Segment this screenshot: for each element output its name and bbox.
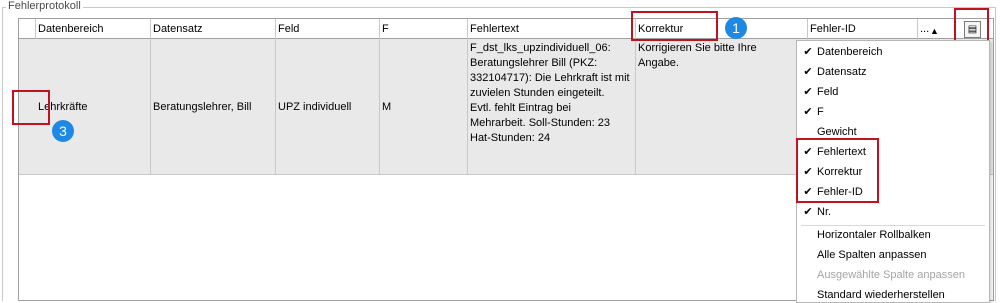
- menu-item-datenbereich[interactable]: ✔ Datenbereich: [797, 42, 989, 62]
- menu-item-fit-selected-column: Ausgewählte Spalte anpassen: [817, 269, 965, 281]
- highlight-korrektur: [631, 11, 718, 41]
- menu-item-fit-all-columns[interactable]: Alle Spalten anpassen: [797, 245, 989, 265]
- check-icon: ✔: [803, 46, 813, 58]
- korrektur-line: Korrigieren Sie bitte Ihre: [638, 42, 757, 54]
- menu-item-f[interactable]: ✔ F: [797, 102, 989, 122]
- fehlertext-line: Hat-Stunden: 24: [470, 132, 551, 144]
- check-icon: ✔: [803, 86, 813, 98]
- highlight-menu-items: [796, 138, 879, 203]
- menu-item-horizontal-scrollbar[interactable]: Horizontaler Rollbalken: [797, 225, 989, 245]
- grid-header: Datenbereich Datensatz Feld F Fehlertext…: [19, 19, 993, 39]
- col-header-datensatz[interactable]: Datensatz: [151, 19, 276, 39]
- fehlertext-line: Mehrarbeit. Soll-Stunden: 23: [470, 117, 611, 129]
- highlight-column-chooser: [954, 8, 989, 43]
- fehlertext-line: Beratungslehrer Bill (PKZ:: [470, 57, 598, 69]
- col-header-fehlertext[interactable]: Fehlertext: [468, 19, 636, 39]
- menu-item-nr[interactable]: ✔ Nr.: [797, 202, 989, 222]
- menu-item-restore-default[interactable]: Standard wiederherstellen: [797, 285, 989, 303]
- col-header-f[interactable]: F: [380, 19, 468, 39]
- cell-datensatz: Beratungslehrer, Bill: [151, 39, 276, 175]
- fehlertext-line: zuvielen Stunden eingeteilt.: [470, 87, 605, 99]
- fehlertext-line: F_dst_lks_upzindividuell_06:: [470, 42, 611, 54]
- col-header-fehler-id[interactable]: Fehler-ID: [808, 19, 918, 39]
- menu-item-feld[interactable]: ✔ Feld: [797, 82, 989, 102]
- menu-item-datensatz[interactable]: ✔ Datensatz: [797, 62, 989, 82]
- highlight-row-selector: [12, 90, 50, 125]
- korrektur-line: Angabe.: [638, 57, 679, 69]
- cell-korrektur: Korrigieren Sie bitte Ihre Angabe.: [636, 39, 808, 175]
- fehlertext-line: Evtl. fehlt Eintrag bei: [470, 102, 571, 114]
- col-header-datenbereich[interactable]: Datenbereich: [36, 19, 151, 39]
- cell-f: M: [380, 39, 468, 175]
- check-icon: ✔: [803, 106, 813, 118]
- sort-up-icon[interactable]: ▲: [930, 21, 939, 41]
- group-title: Fehlerprotokoll: [6, 0, 83, 12]
- badge-3: 3: [52, 120, 74, 142]
- fehlertext-line: 332104717): Die Lehrkraft ist mit: [470, 72, 630, 84]
- cell-feld: UPZ individuell: [276, 39, 380, 175]
- check-icon: ✔: [803, 206, 813, 218]
- badge-1: 1: [725, 17, 747, 39]
- col-header-feld[interactable]: Feld: [276, 19, 380, 39]
- cell-fehlertext: F_dst_lks_upzindividuell_06: Beratungsle…: [468, 39, 636, 175]
- check-icon: ✔: [803, 66, 813, 78]
- row-selector-header: [19, 19, 36, 39]
- cell-datenbereich: Lehrkräfte: [36, 39, 151, 175]
